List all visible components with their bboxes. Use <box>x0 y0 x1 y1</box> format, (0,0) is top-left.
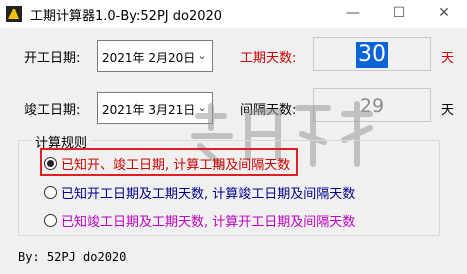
duration-unit: 天 <box>441 51 455 66</box>
radio-unchecked-icon[interactable] <box>44 213 57 227</box>
start-date-picker[interactable]: 2021年 2月20日 ⌄ <box>97 40 213 72</box>
rule-option-2-label: 已知开工日期及工期天数, 计算竣工日期及间隔天数 <box>61 186 356 202</box>
end-date-label: 竣工日期: <box>24 103 81 118</box>
chevron-down-icon[interactable]: ⌄ <box>195 47 209 65</box>
radio-unchecked-icon[interactable] <box>44 185 57 199</box>
rule-option-3-label: 已知竣工日期及工期天数, 计算开工日期及间隔天数 <box>61 214 356 230</box>
start-date-label: 开工日期: <box>24 51 81 66</box>
app-icon <box>6 6 22 22</box>
close-button[interactable]: ✕ <box>421 0 467 28</box>
minimize-button[interactable]: — <box>330 0 376 28</box>
annotation-highlight-box <box>40 148 298 176</box>
footer-credit: By: 52PJ do2020 <box>18 250 127 264</box>
duration-label: 工期天数: <box>240 51 297 66</box>
interval-unit: 天 <box>441 103 455 118</box>
title-bar: 工期计算器1.0-By:52PJ do2020 — ☐ ✕ <box>0 0 467 28</box>
duration-field[interactable]: 30 <box>313 37 431 71</box>
rule-option-2[interactable]: 已知开工日期及工期天数, 计算竣工日期及间隔天数 <box>44 183 356 202</box>
duration-value: 30 <box>356 42 388 68</box>
maximize-button[interactable]: ☐ <box>376 0 422 28</box>
start-date-value: 2021年 2月20日 <box>102 51 196 65</box>
main-panel: 开工日期: 2021年 2月20日 ⌄ 工期天数: 30 天 竣工日期: 202… <box>0 28 467 274</box>
rule-option-3[interactable]: 已知竣工日期及工期天数, 计算开工日期及间隔天数 <box>44 211 356 230</box>
window-title: 工期计算器1.0-By:52PJ do2020 <box>30 9 223 24</box>
